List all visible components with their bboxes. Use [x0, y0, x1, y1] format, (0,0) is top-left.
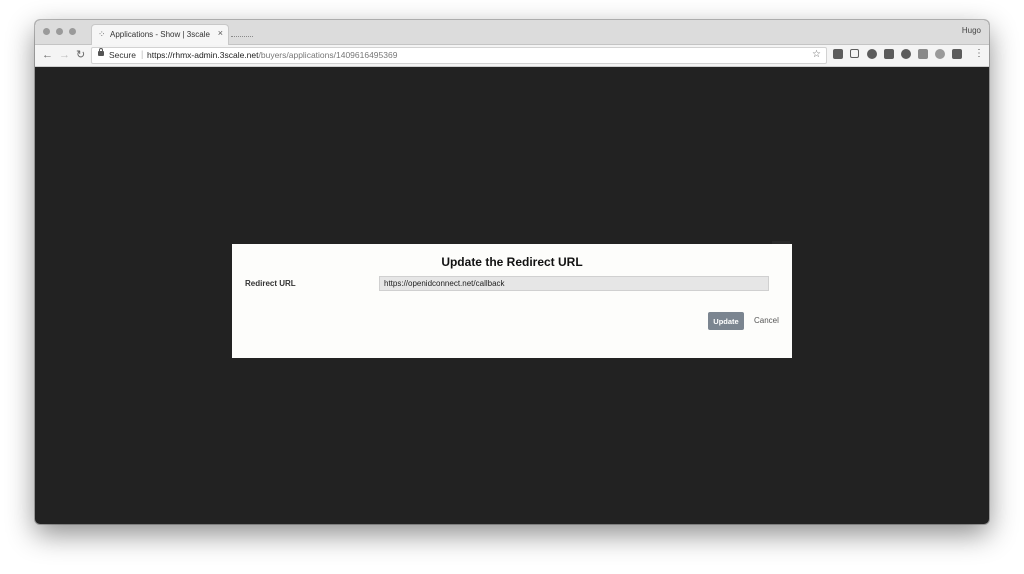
extension-icon[interactable] — [833, 49, 843, 59]
extension-icon[interactable] — [901, 49, 911, 59]
redirect-url-dialog: Update the Redirect URL Redirect URL Upd… — [232, 244, 792, 358]
address-bar[interactable]: Secure | https://rhmx-admin.3scale.net/b… — [91, 47, 827, 64]
browser-toolbar: ← → ↻ Secure | https://rhmx-admin.3scale… — [35, 45, 989, 67]
favicon-icon: ⁘ — [98, 29, 106, 39]
update-button[interactable]: Update — [708, 312, 744, 330]
extension-icon[interactable] — [884, 49, 894, 59]
tab-close-icon[interactable]: × — [218, 28, 223, 38]
url-host: https://rhmx-admin.3scale.net — [147, 50, 259, 60]
extension-icon[interactable] — [918, 49, 928, 59]
new-tab-button[interactable] — [231, 30, 253, 37]
bookmark-star-icon[interactable]: ☆ — [812, 49, 821, 60]
url-separator: | — [141, 49, 144, 59]
tab-strip: ⁘ Applications - Show | 3scale × Hugo — [35, 20, 989, 45]
browser-menu-icon[interactable]: ⋮ — [974, 48, 984, 59]
url-path: /buyers/applications/1409616495369 — [258, 50, 398, 60]
secure-label: Secure — [109, 50, 136, 60]
back-arrow-icon[interactable]: ← — [42, 48, 53, 62]
extension-icon[interactable] — [867, 49, 877, 59]
forward-arrow-icon[interactable]: → — [59, 48, 70, 62]
extension-icon[interactable] — [935, 49, 945, 59]
extension-icon[interactable] — [952, 49, 962, 59]
url-text[interactable]: https://rhmx-admin.3scale.net/buyers/app… — [147, 50, 397, 60]
redirect-url-label: Redirect URL — [245, 279, 296, 288]
browser-window: ⁘ Applications - Show | 3scale × Hugo ← … — [35, 20, 989, 524]
redirect-url-input[interactable] — [379, 276, 769, 291]
cancel-link[interactable]: Cancel — [754, 316, 779, 325]
zoom-window-icon[interactable] — [69, 28, 76, 35]
reload-icon[interactable]: ↻ — [76, 48, 85, 62]
minimize-window-icon[interactable] — [56, 28, 63, 35]
close-window-icon[interactable] — [43, 28, 50, 35]
lock-icon — [98, 48, 104, 56]
extension-icon[interactable] — [850, 49, 859, 58]
profile-name[interactable]: Hugo — [962, 26, 981, 35]
tab-applications[interactable]: ⁘ Applications - Show | 3scale × — [91, 24, 229, 45]
dialog-title: Update the Redirect URL — [441, 255, 583, 269]
tab-title: Applications - Show | 3scale — [110, 30, 210, 39]
